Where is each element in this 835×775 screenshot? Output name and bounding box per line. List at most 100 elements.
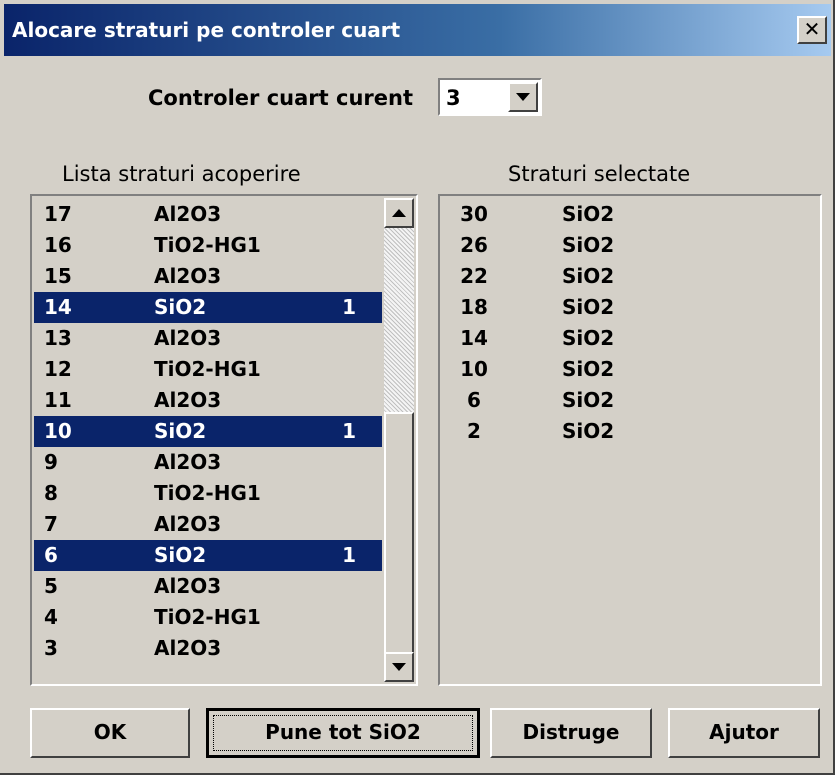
layer-material: Al2O3 — [154, 512, 222, 536]
layer-number: 17 — [44, 202, 72, 226]
destroy-button-label: Distruge — [522, 720, 620, 744]
layer-material: SiO2 — [154, 419, 207, 443]
list-item[interactable]: 14 SiO2 1 — [34, 292, 382, 323]
controller-value: 3 — [446, 86, 461, 110]
layer-material: Al2O3 — [154, 574, 222, 598]
layer-number: 12 — [44, 357, 72, 381]
list-item[interactable]: 7 Al2O3 — [34, 509, 382, 540]
layer-material: SiO2 — [562, 419, 615, 443]
selected-layers-listbox[interactable]: 30 SiO2 26 SiO2 22 SiO2 18 SiO2 14 SiO2 10 SiO2 6 SiO… — [438, 194, 822, 686]
layer-number: 14 — [460, 326, 488, 350]
layer-number: 10 — [44, 419, 72, 443]
ok-button[interactable]: OK — [30, 708, 190, 758]
layer-material: Al2O3 — [154, 636, 222, 660]
list-item[interactable]: 6 SiO2 — [442, 385, 818, 416]
layer-material: SiO2 — [562, 233, 615, 257]
list-item[interactable]: 26 SiO2 — [442, 230, 818, 261]
list-item[interactable]: 10 SiO2 — [442, 354, 818, 385]
controller-label: Controler cuart curent — [148, 86, 413, 110]
list-item[interactable]: 6 SiO2 1 — [34, 540, 382, 571]
layer-material: SiO2 — [562, 357, 615, 381]
layer-material: SiO2 — [562, 388, 615, 412]
layer-number: 7 — [44, 512, 58, 536]
help-button-label: Ajutor — [709, 720, 779, 744]
arrow-down-icon — [392, 663, 406, 671]
layer-number: 5 — [44, 574, 58, 598]
window-title: Alocare straturi pe controler cuart — [12, 18, 401, 42]
layer-number: 13 — [44, 326, 72, 350]
layer-number: 6 — [44, 543, 58, 567]
list-item[interactable]: 13 Al2O3 — [34, 323, 382, 354]
list-item[interactable]: 3 Al2O3 — [34, 633, 382, 664]
layer-material: SiO2 — [562, 264, 615, 288]
ok-button-label: OK — [93, 720, 127, 744]
layer-number: 10 — [460, 357, 488, 381]
list-item[interactable]: 9 Al2O3 — [34, 447, 382, 478]
layers-scrollbar[interactable] — [384, 198, 414, 682]
list-item[interactable]: 4 TiO2-HG1 — [34, 602, 382, 633]
layer-number: 18 — [460, 295, 488, 319]
layer-number: 22 — [460, 264, 488, 288]
layer-material: TiO2-HG1 — [154, 357, 261, 381]
arrow-up-icon — [392, 209, 406, 217]
list-item[interactable]: 12 TiO2-HG1 — [34, 354, 382, 385]
title-bar: Alocare straturi pe controler cuart ✕ — [4, 4, 831, 56]
list-item[interactable]: 18 SiO2 — [442, 292, 818, 323]
layer-material: TiO2-HG1 — [154, 481, 261, 505]
left-list-label: Lista straturi acoperire — [62, 162, 301, 186]
layer-number: 9 — [44, 450, 58, 474]
controller-dropdown-button[interactable] — [508, 82, 538, 112]
list-item[interactable]: 10 SiO2 1 — [34, 416, 382, 447]
destroy-button[interactable]: Distruge — [490, 708, 652, 758]
layer-number: 6 — [467, 388, 481, 412]
layer-material: Al2O3 — [154, 450, 222, 474]
layer-material: Al2O3 — [154, 388, 222, 412]
chevron-down-icon — [516, 93, 530, 101]
list-item[interactable]: 22 SiO2 — [442, 261, 818, 292]
layer-number: 11 — [44, 388, 72, 412]
layer-controller-count: 1 — [342, 295, 356, 319]
layer-number: 30 — [460, 202, 488, 226]
layer-material: SiO2 — [154, 543, 207, 567]
layer-controller-count: 1 — [342, 419, 356, 443]
layers-listbox[interactable]: 17 Al2O3 16 TiO2-HG1 15 Al2O3 14 SiO2 1 13 Al2O3 12… — [30, 194, 418, 686]
set-all-sio2-button[interactable]: Pune tot SiO2 — [206, 708, 480, 758]
list-item[interactable]: 14 SiO2 — [442, 323, 818, 354]
list-item[interactable]: 30 SiO2 — [442, 199, 818, 230]
layer-material: TiO2-HG1 — [154, 233, 261, 257]
list-item[interactable]: 17 Al2O3 — [34, 199, 382, 230]
close-button[interactable]: ✕ — [797, 16, 827, 44]
set-all-sio2-button-label: Pune tot SiO2 — [265, 720, 421, 744]
close-icon: ✕ — [803, 17, 821, 41]
layer-material: Al2O3 — [154, 326, 222, 350]
controller-select[interactable]: 3 — [438, 78, 542, 116]
scroll-up-button[interactable] — [384, 198, 414, 228]
scroll-down-button[interactable] — [384, 652, 414, 682]
list-item[interactable]: 11 Al2O3 — [34, 385, 382, 416]
dialog-window: Alocare straturi pe controler cuart ✕ Co… — [0, 0, 835, 775]
layer-number: 4 — [44, 605, 58, 629]
list-item[interactable]: 16 TiO2-HG1 — [34, 230, 382, 261]
layer-number: 2 — [467, 419, 481, 443]
layer-number: 14 — [44, 295, 72, 319]
scroll-thumb[interactable] — [384, 412, 414, 656]
layer-material: Al2O3 — [154, 264, 222, 288]
layer-material: TiO2-HG1 — [154, 605, 261, 629]
list-item[interactable]: 15 Al2O3 — [34, 261, 382, 292]
layer-material: SiO2 — [562, 326, 615, 350]
layer-number: 26 — [460, 233, 488, 257]
layer-controller-count: 1 — [342, 543, 356, 567]
layer-number: 3 — [44, 636, 58, 660]
list-item[interactable]: 2 SiO2 — [442, 416, 818, 447]
layer-material: SiO2 — [154, 295, 207, 319]
layer-number: 8 — [44, 481, 58, 505]
layer-material: Al2O3 — [154, 202, 222, 226]
list-item[interactable]: 5 Al2O3 — [34, 571, 382, 602]
layer-material: SiO2 — [562, 202, 615, 226]
layer-material: SiO2 — [562, 295, 615, 319]
layer-number: 15 — [44, 264, 72, 288]
right-list-label: Straturi selectate — [508, 162, 691, 186]
layer-number: 16 — [44, 233, 72, 257]
list-item[interactable]: 8 TiO2-HG1 — [34, 478, 382, 509]
help-button[interactable]: Ajutor — [668, 708, 820, 758]
